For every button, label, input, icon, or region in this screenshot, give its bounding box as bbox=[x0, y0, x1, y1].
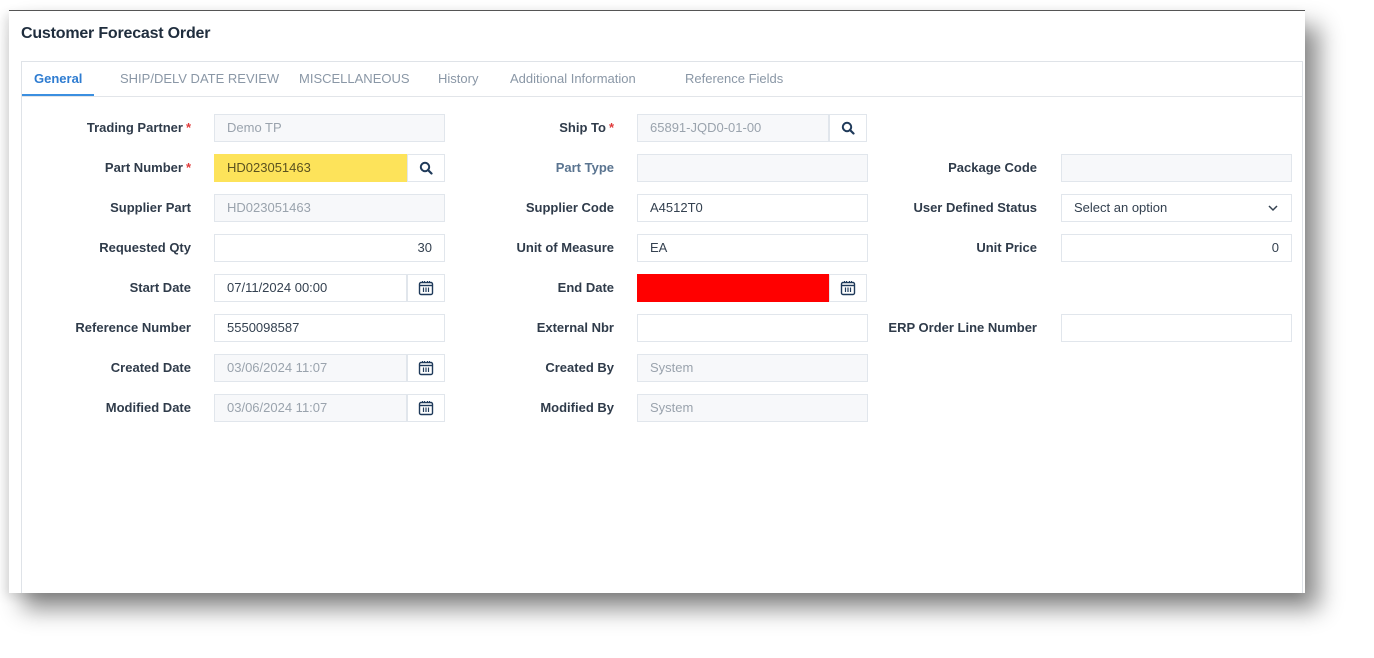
erp-order-line-number-field[interactable] bbox=[1061, 314, 1292, 342]
ship-to-label-text: Ship To bbox=[559, 120, 606, 135]
modified-by-label: Modified By bbox=[540, 400, 614, 415]
tab-additional-information[interactable]: Additional Information bbox=[510, 62, 636, 95]
tab-bar: General SHIP/DELV DATE REVIEW MISCELLANE… bbox=[21, 62, 1302, 97]
reference-number-field[interactable]: 5550098587 bbox=[214, 314, 445, 342]
unit-price-field[interactable]: 0 bbox=[1061, 234, 1292, 262]
created-date-label: Created Date bbox=[110, 360, 191, 375]
unit-price-label: Unit Price bbox=[976, 240, 1037, 255]
ship-to-search-button[interactable] bbox=[829, 114, 867, 142]
created-by-field[interactable]: System bbox=[637, 354, 868, 382]
supplier-part-label: Supplier Part bbox=[110, 200, 191, 215]
user-defined-status-label: User Defined Status bbox=[913, 200, 1037, 215]
user-defined-status-value: Select an option bbox=[1074, 200, 1168, 215]
modified-date-field[interactable]: 03/06/2024 11:07 bbox=[214, 394, 407, 422]
package-code-label: Package Code bbox=[948, 160, 1037, 175]
requested-qty-field[interactable]: 30 bbox=[214, 234, 445, 262]
trading-partner-label: Trading Partner * bbox=[9, 114, 191, 142]
part-type-field[interactable] bbox=[637, 154, 868, 182]
part-number-label-text: Part Number bbox=[104, 160, 183, 175]
tab-miscellaneous[interactable]: MISCELLANEOUS bbox=[299, 62, 410, 95]
search-icon bbox=[841, 121, 855, 135]
part-number-label: Part Number * bbox=[9, 154, 191, 182]
tab-history[interactable]: History bbox=[438, 62, 478, 95]
supplier-code-field[interactable]: A4512T0 bbox=[637, 194, 868, 222]
page-title: Customer Forecast Order bbox=[21, 25, 211, 42]
unit-of-measure-label: Unit of Measure bbox=[516, 240, 614, 255]
part-number-field[interactable]: HD023051463 bbox=[214, 154, 407, 182]
customer-forecast-order-window: Customer Forecast Order General SHIP/DEL… bbox=[9, 10, 1305, 593]
ship-to-label: Ship To * bbox=[429, 114, 614, 142]
erp-order-line-number-label: ERP Order Line Number bbox=[888, 320, 1037, 335]
chevron-down-icon bbox=[1267, 195, 1279, 230]
user-defined-status-select[interactable]: Select an option bbox=[1061, 194, 1292, 222]
end-date-label: End Date bbox=[557, 280, 614, 295]
created-by-label: Created By bbox=[545, 360, 614, 375]
tab-general[interactable]: General bbox=[21, 62, 95, 96]
calendar-icon bbox=[840, 281, 856, 296]
trading-partner-label-text: Trading Partner bbox=[86, 120, 183, 135]
external-nbr-field[interactable] bbox=[637, 314, 868, 342]
modified-by-field[interactable]: System bbox=[637, 394, 868, 422]
start-date-field[interactable]: 07/11/2024 00:00 bbox=[214, 274, 407, 302]
trading-partner-field[interactable]: Demo TP bbox=[214, 114, 445, 142]
end-date-calendar-button[interactable] bbox=[829, 274, 867, 302]
reference-number-label: Reference Number bbox=[75, 320, 191, 335]
tab-ship-delv-date-review[interactable]: SHIP/DELV DATE REVIEW bbox=[120, 62, 279, 95]
part-type-label: Part Type bbox=[555, 160, 614, 175]
requested-qty-label: Requested Qty bbox=[99, 240, 191, 255]
required-marker: * bbox=[185, 120, 191, 135]
created-date-field[interactable]: 03/06/2024 11:07 bbox=[214, 354, 407, 382]
end-date-field[interactable] bbox=[637, 274, 829, 302]
supplier-part-field[interactable]: HD023051463 bbox=[214, 194, 445, 222]
package-code-field[interactable] bbox=[1061, 154, 1292, 182]
supplier-code-label: Supplier Code bbox=[525, 200, 614, 215]
ship-to-field[interactable]: 65891-JQD0-01-00 bbox=[637, 114, 829, 142]
start-date-label: Start Date bbox=[129, 280, 191, 295]
unit-of-measure-field[interactable]: EA bbox=[637, 234, 868, 262]
required-marker: * bbox=[185, 160, 191, 175]
tab-reference-fields[interactable]: Reference Fields bbox=[685, 62, 783, 95]
modified-date-label: Modified Date bbox=[105, 400, 191, 415]
required-marker: * bbox=[608, 120, 614, 135]
external-nbr-label: External Nbr bbox=[536, 320, 614, 335]
